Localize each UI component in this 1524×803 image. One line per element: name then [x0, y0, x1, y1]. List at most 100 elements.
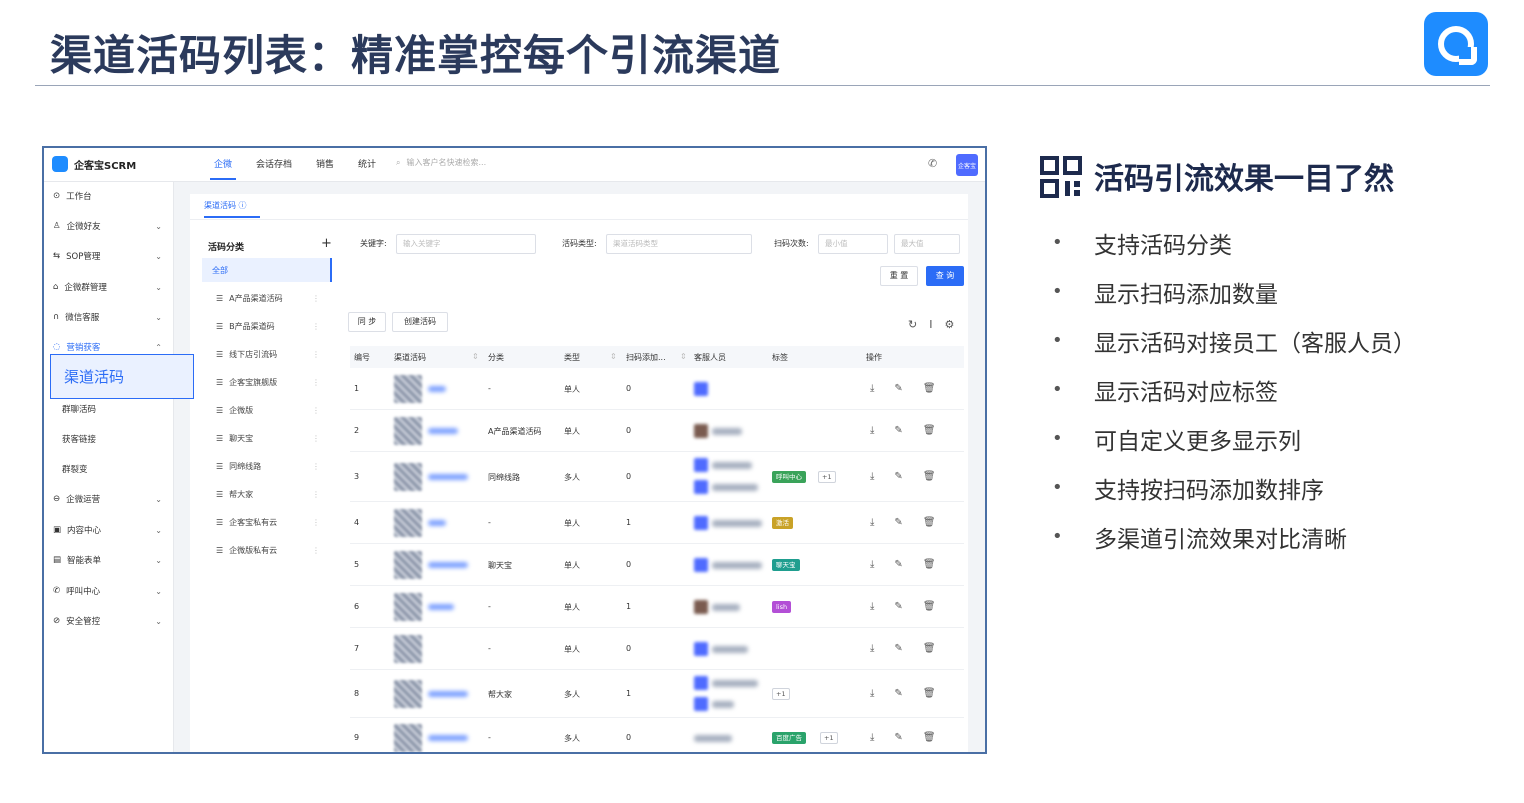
- qr-code-thumbnail[interactable]: [394, 509, 422, 537]
- category-item[interactable]: ☰ B产品渠道码 ⋮: [202, 314, 332, 338]
- download-icon[interactable]: ⤓: [870, 601, 874, 612]
- avatar[interactable]: 企客宝: [956, 154, 978, 176]
- download-icon[interactable]: ⤓: [870, 383, 874, 394]
- create-code-button[interactable]: 创建活码: [392, 312, 448, 332]
- qr-code-thumbnail[interactable]: [394, 680, 422, 708]
- sidebar-item-acquire-link[interactable]: 获客链接: [44, 428, 174, 450]
- qr-code-thumbnail[interactable]: [394, 375, 422, 403]
- qr-code-thumbnail[interactable]: [394, 635, 422, 663]
- edit-icon[interactable]: ✎: [894, 559, 902, 570]
- edit-icon[interactable]: ✎: [894, 425, 902, 436]
- nav-tab-sales[interactable]: 销售: [304, 148, 346, 182]
- sidebar-item-content[interactable]: ▣ 内容中心 ⌄: [44, 519, 174, 541]
- more-icon[interactable]: ⋮: [312, 322, 320, 331]
- download-icon[interactable]: ⤓: [870, 643, 874, 654]
- channel-code-link[interactable]: [428, 428, 458, 434]
- category-item[interactable]: ☰ 企微版私有云 ⋮: [202, 538, 332, 562]
- column-header[interactable]: 渠道活码: [394, 352, 426, 363]
- more-icon[interactable]: ⋮: [312, 518, 320, 527]
- sidebar-item-friends[interactable]: ♙ 企微好友 ⌄: [44, 215, 174, 237]
- channel-code-link[interactable]: [428, 604, 454, 610]
- scan-min-input[interactable]: 最小值: [818, 234, 888, 254]
- edit-icon[interactable]: ✎: [894, 383, 902, 394]
- more-icon[interactable]: ⋮: [312, 350, 320, 359]
- settings-icon[interactable]: ⚙: [944, 318, 954, 331]
- download-icon[interactable]: ⤓: [870, 425, 874, 436]
- category-item[interactable]: ☰ A产品渠道活码 ⋮: [202, 286, 332, 310]
- qr-code-thumbnail[interactable]: [394, 551, 422, 579]
- sort-icon[interactable]: ⇕: [680, 352, 687, 361]
- channel-code-link[interactable]: [428, 691, 468, 697]
- qr-code-thumbnail[interactable]: [394, 463, 422, 491]
- sidebar-item-operations[interactable]: ⊖ 企微运营 ⌄: [44, 488, 174, 510]
- delete-icon[interactable]: 🗑: [923, 688, 936, 699]
- category-item[interactable]: ☰ 企客宝旗舰版 ⋮: [202, 370, 332, 394]
- download-icon[interactable]: ⤓: [870, 732, 874, 743]
- qr-code-thumbnail[interactable]: [394, 417, 422, 445]
- delete-icon[interactable]: 🗑: [923, 471, 936, 482]
- add-category-icon[interactable]: +: [321, 236, 332, 251]
- more-tags-badge[interactable]: +1: [818, 471, 836, 483]
- column-height-icon[interactable]: I: [929, 318, 932, 331]
- phone-icon[interactable]: ✆: [928, 157, 937, 170]
- sort-icon[interactable]: ⇕: [472, 352, 479, 361]
- sidebar-item-service[interactable]: ∩ 微信客服 ⌄: [44, 306, 174, 328]
- category-item[interactable]: ☰ 帮大家 ⋮: [202, 482, 332, 506]
- sidebar-item-group-code[interactable]: 群聊活码: [44, 398, 174, 420]
- sidebar-item-dashboard[interactable]: ⊙ 工作台: [44, 185, 174, 207]
- download-icon[interactable]: ⤓: [870, 559, 874, 570]
- edit-icon[interactable]: ✎: [894, 601, 902, 612]
- channel-code-link[interactable]: [428, 520, 446, 526]
- channel-code-link[interactable]: [428, 474, 468, 480]
- more-tags-badge[interactable]: +1: [772, 688, 790, 700]
- sidebar-item-groups[interactable]: ⌂ 企微群管理 ⌄: [44, 276, 174, 298]
- type-select[interactable]: 渠道活码类型: [606, 234, 752, 254]
- app-logo[interactable]: 企客宝SCRM: [52, 156, 136, 172]
- more-icon[interactable]: ⋮: [312, 462, 320, 471]
- edit-icon[interactable]: ✎: [894, 643, 902, 654]
- edit-icon[interactable]: ✎: [894, 732, 902, 743]
- edit-icon[interactable]: ✎: [894, 471, 902, 482]
- global-search[interactable]: ⌕ 输入客户名快速检索...: [396, 157, 486, 168]
- qr-code-thumbnail[interactable]: [394, 593, 422, 621]
- delete-icon[interactable]: 🗑: [923, 643, 936, 654]
- sidebar-item-channel-code-highlight[interactable]: 渠道活码: [50, 354, 194, 399]
- more-tags-badge[interactable]: +1: [820, 732, 838, 744]
- delete-icon[interactable]: 🗑: [923, 732, 936, 743]
- category-item[interactable]: ☰ 企微版 ⋮: [202, 398, 332, 422]
- sidebar-item-sop[interactable]: ⇆ SOP管理 ⌄: [44, 245, 174, 267]
- delete-icon[interactable]: 🗑: [923, 601, 936, 612]
- qr-code-thumbnail[interactable]: [394, 724, 422, 752]
- edit-icon[interactable]: ✎: [894, 688, 902, 699]
- nav-tab-archive[interactable]: 会话存档: [244, 148, 304, 182]
- category-item[interactable]: ☰ 线下店引流码 ⋮: [202, 342, 332, 366]
- more-icon[interactable]: ⋮: [312, 546, 320, 555]
- more-icon[interactable]: ⋮: [312, 406, 320, 415]
- page-tab-channel-code[interactable]: 渠道活码 ⓘ: [204, 200, 247, 211]
- more-icon[interactable]: ⋮: [312, 434, 320, 443]
- nav-tab-stats[interactable]: 统计: [346, 148, 388, 182]
- nav-tab-qiwei[interactable]: 企微: [202, 148, 244, 182]
- sidebar-item-security[interactable]: ⊘ 安全管控 ⌄: [44, 610, 174, 632]
- category-item[interactable]: ☰ 聊天宝 ⋮: [202, 426, 332, 450]
- refresh-icon[interactable]: ↻: [908, 318, 917, 331]
- reset-button[interactable]: 重 置: [880, 266, 918, 286]
- delete-icon[interactable]: 🗑: [923, 517, 936, 528]
- more-icon[interactable]: ⋮: [312, 294, 320, 303]
- channel-code-link[interactable]: [428, 386, 446, 392]
- column-header[interactable]: 扫码添加...: [626, 352, 666, 363]
- sync-button[interactable]: 同 步: [348, 312, 386, 332]
- sidebar-item-callcenter[interactable]: ✆ 呼叫中心 ⌄: [44, 580, 174, 602]
- download-icon[interactable]: ⤓: [870, 688, 874, 699]
- category-item[interactable]: 全部: [202, 258, 332, 282]
- category-item[interactable]: ☰ 企客宝私有云 ⋮: [202, 510, 332, 534]
- sort-icon[interactable]: ⇕: [610, 352, 617, 361]
- query-button[interactable]: 查 询: [926, 266, 964, 286]
- download-icon[interactable]: ⤓: [870, 517, 874, 528]
- keyword-input[interactable]: 输入关键字: [396, 234, 536, 254]
- download-icon[interactable]: ⤓: [870, 471, 874, 482]
- more-icon[interactable]: ⋮: [312, 490, 320, 499]
- channel-code-link[interactable]: [428, 735, 468, 741]
- channel-code-link[interactable]: [428, 562, 468, 568]
- edit-icon[interactable]: ✎: [894, 517, 902, 528]
